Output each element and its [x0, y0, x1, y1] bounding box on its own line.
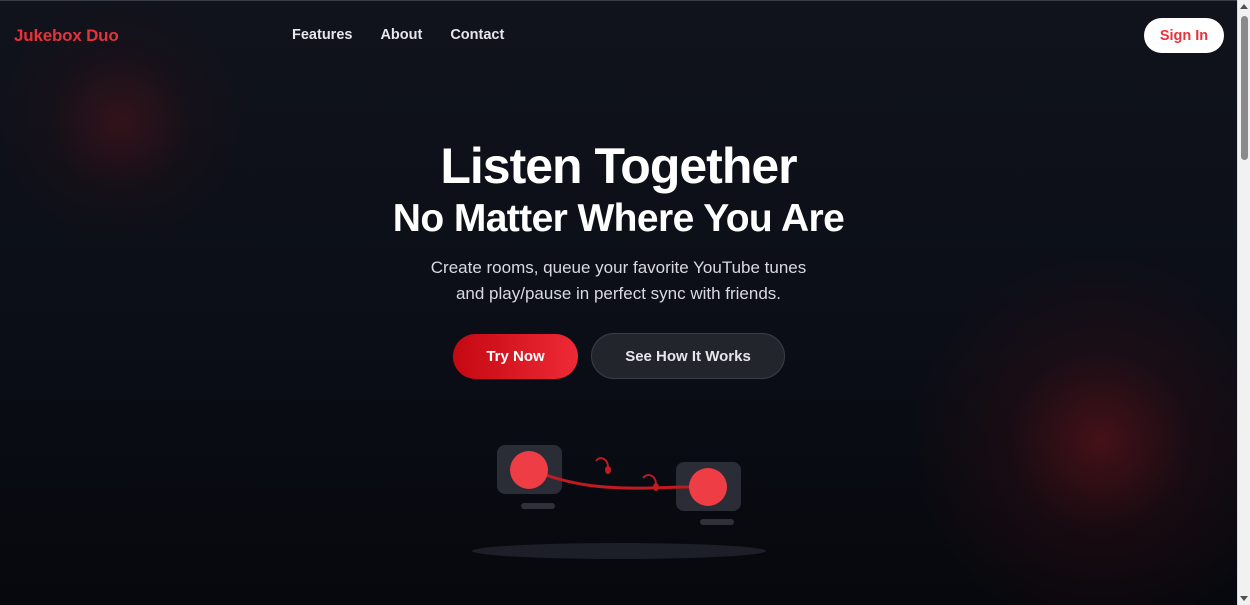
try-now-button[interactable]: Try Now	[453, 334, 578, 379]
hero-description: Create rooms, queue your favorite YouTub…	[0, 255, 1237, 307]
sign-in-button[interactable]: Sign In	[1144, 18, 1224, 53]
nav-link-contact[interactable]: Contact	[450, 27, 504, 43]
music-note-right-head-icon	[653, 483, 659, 491]
hero-description-line-2: and play/pause in perfect sync with frie…	[455, 284, 782, 303]
music-note-left-head-icon	[605, 466, 611, 474]
music-note-left-icon	[595, 457, 609, 468]
nav-link-features[interactable]: Features	[292, 27, 352, 43]
nav-links: Features About Contact	[292, 27, 504, 43]
left-device-stand-icon	[521, 503, 555, 509]
nav-link-about[interactable]: About	[380, 27, 422, 43]
top-navigation: Jukebox Duo Features About Contact Sign …	[0, 1, 1237, 71]
hero-description-line-1: Create rooms, queue your favorite YouTub…	[430, 258, 807, 277]
see-how-it-works-button[interactable]: See How It Works	[591, 333, 785, 379]
brand-logo[interactable]: Jukebox Duo	[14, 26, 119, 46]
right-device-stand-icon	[700, 519, 734, 525]
hero-subtitle: No Matter Where You Are	[392, 197, 845, 240]
hero-title: Listen Together	[440, 138, 797, 194]
two-devices-illustration-icon	[472, 445, 766, 559]
vertical-scrollbar[interactable]	[1237, 0, 1250, 605]
sync-illustration	[460, 431, 780, 571]
page: Jukebox Duo Features About Contact Sign …	[0, 0, 1237, 605]
scroll-up-arrow-icon[interactable]	[1240, 4, 1248, 9]
right-speaker-icon	[689, 468, 727, 506]
left-speaker-icon	[510, 451, 548, 489]
scrollbar-thumb[interactable]	[1241, 16, 1248, 160]
scroll-down-arrow-icon[interactable]	[1240, 596, 1248, 601]
music-note-right-icon	[642, 474, 657, 485]
illustration-shadow	[472, 543, 766, 559]
